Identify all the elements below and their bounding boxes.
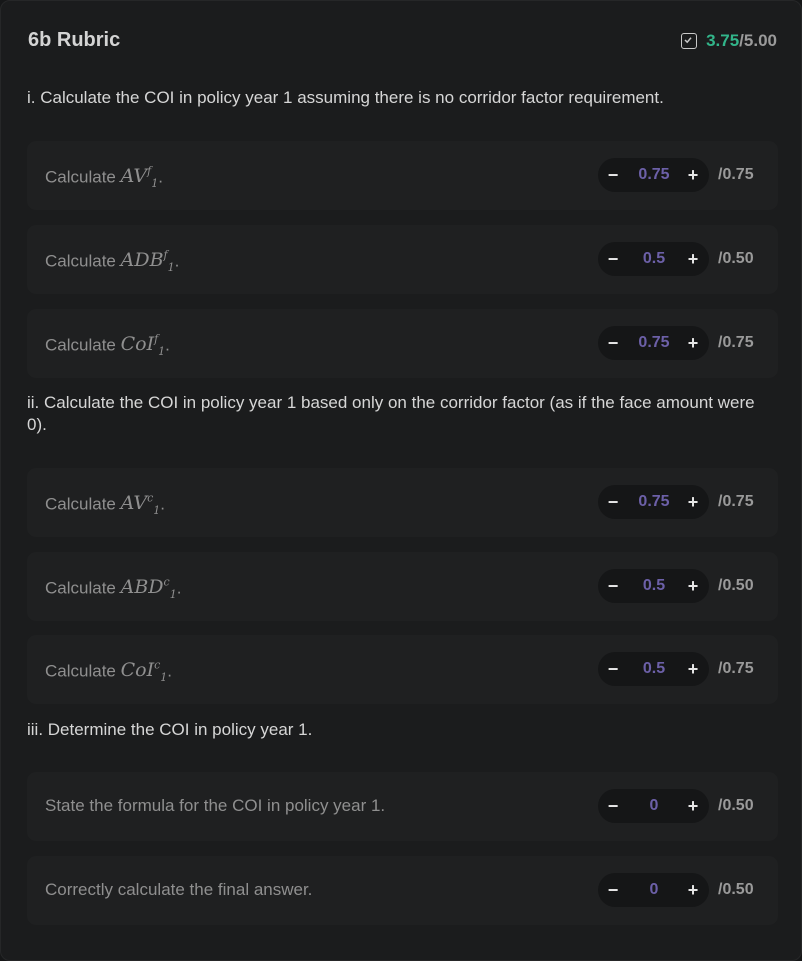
- score-value[interactable]: 0: [624, 881, 684, 899]
- decrement-button[interactable]: −: [602, 574, 624, 598]
- score-value[interactable]: 0.75: [624, 493, 684, 511]
- rubric-item: Calculate CoIc1. − 0.5 + /0.75: [27, 635, 778, 704]
- checkbox-icon[interactable]: [681, 33, 698, 49]
- increment-button[interactable]: +: [682, 331, 704, 355]
- decrement-button[interactable]: −: [602, 794, 624, 818]
- increment-button[interactable]: +: [682, 574, 704, 598]
- rubric-item-label: Correctly calculate the final answer.: [45, 880, 313, 899]
- rubric-item: State the formula for the COI in policy …: [27, 772, 778, 841]
- total-score: 3.75/5.00: [681, 31, 777, 51]
- max-points: /0.50: [718, 577, 754, 594]
- score-value[interactable]: 0.5: [624, 660, 684, 678]
- max-points: /0.75: [718, 334, 754, 351]
- increment-button[interactable]: +: [682, 247, 704, 271]
- score-stepper: − 0.5 +: [598, 242, 709, 276]
- rubric-item-label: Calculate ADBf1.: [45, 249, 180, 275]
- score-stepper: − 0.5 +: [598, 569, 709, 603]
- rubric-panel: 6b Rubric 3.75/5.00 i. Calculate the COI…: [0, 0, 802, 961]
- score-stepper: − 0.5 +: [598, 652, 709, 686]
- max-points: /0.75: [718, 660, 754, 677]
- rubric-item-label: State the formula for the COI in policy …: [45, 796, 386, 815]
- rubric-item: Correctly calculate the final answer. − …: [27, 856, 778, 925]
- rubric-item: Calculate CoIf1. − 0.75 + /0.75: [27, 309, 778, 378]
- rubric-item-label: Calculate CoIf1.: [45, 333, 170, 359]
- decrement-button[interactable]: −: [602, 163, 624, 187]
- score-stepper: − 0.75 +: [598, 326, 709, 360]
- max-points: /0.75: [718, 493, 754, 510]
- rubric-item-label: Calculate CoIc1.: [45, 659, 172, 685]
- increment-button[interactable]: +: [682, 657, 704, 681]
- increment-button[interactable]: +: [682, 794, 704, 818]
- max-points: /0.75: [718, 166, 754, 183]
- increment-button[interactable]: +: [682, 490, 704, 514]
- score-stepper: − 0 +: [598, 873, 709, 907]
- rubric-item: Calculate AVf1. − 0.75 + /0.75: [27, 141, 778, 210]
- rubric-item: Calculate ADBf1. − 0.5 + /0.50: [27, 225, 778, 294]
- rubric-title: 6b Rubric: [28, 29, 121, 51]
- question-i: i. Calculate the COI in policy year 1 as…: [27, 88, 664, 107]
- decrement-button[interactable]: −: [602, 247, 624, 271]
- score-stepper: − 0 +: [598, 789, 709, 823]
- score-earned: 3.75: [706, 31, 740, 50]
- score-total: 5.00: [743, 31, 777, 50]
- score-value[interactable]: 0.75: [624, 334, 684, 352]
- rubric-header: 6b Rubric 3.75/5.00: [27, 27, 777, 55]
- decrement-button[interactable]: −: [602, 331, 624, 355]
- rubric-item-label: Calculate ABDc1.: [45, 576, 182, 602]
- score-value[interactable]: 0.5: [624, 577, 684, 595]
- max-points: /0.50: [718, 797, 754, 814]
- score-stepper: − 0.75 +: [598, 485, 709, 519]
- question-ii: ii. Calculate the COI in policy year 1 b…: [27, 393, 755, 434]
- decrement-button[interactable]: −: [602, 490, 624, 514]
- decrement-button[interactable]: −: [602, 878, 624, 902]
- decrement-button[interactable]: −: [602, 657, 624, 681]
- increment-button[interactable]: +: [682, 163, 704, 187]
- rubric-item-label: Calculate AVc1.: [45, 492, 166, 518]
- max-points: /0.50: [718, 250, 754, 267]
- question-iii: iii. Determine the COI in policy year 1.: [27, 720, 313, 739]
- score-stepper: − 0.75 +: [598, 158, 709, 192]
- score-value[interactable]: 0.75: [624, 166, 684, 184]
- score-value[interactable]: 0: [624, 797, 684, 815]
- rubric-item: Calculate ABDc1. − 0.5 + /0.50: [27, 552, 778, 621]
- max-points: /0.50: [718, 881, 754, 898]
- score-value[interactable]: 0.5: [624, 250, 684, 268]
- rubric-item: Calculate AVc1. − 0.75 + /0.75: [27, 468, 778, 537]
- increment-button[interactable]: +: [682, 878, 704, 902]
- rubric-item-label: Calculate AVf1.: [45, 165, 163, 191]
